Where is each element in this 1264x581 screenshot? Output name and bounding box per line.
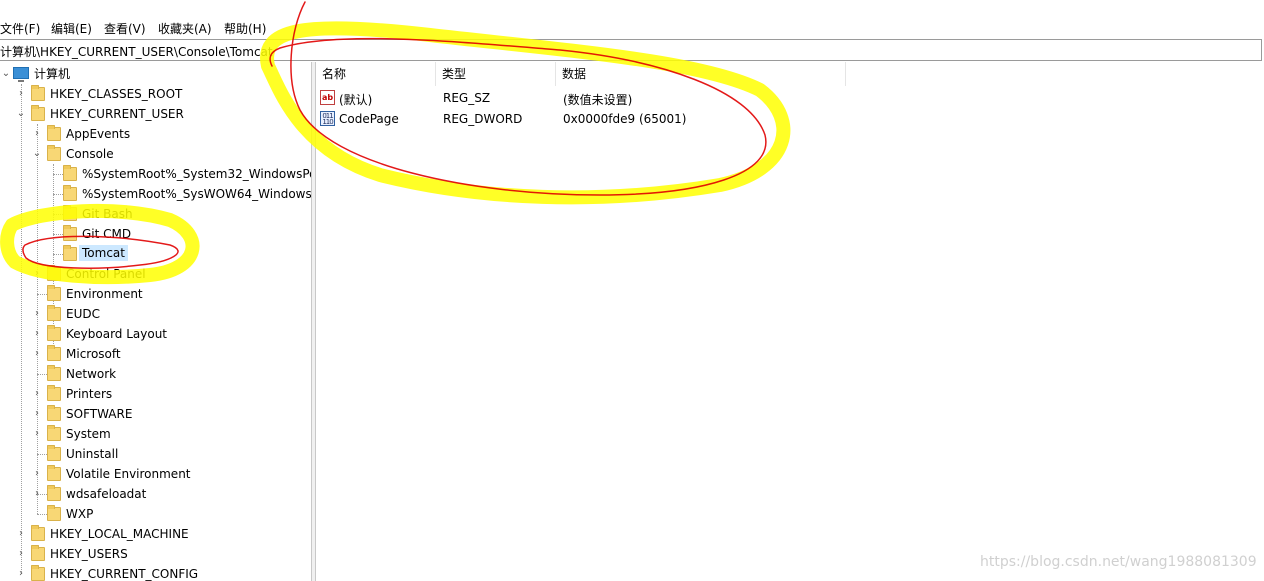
address-path[interactable]: 计算机\HKEY_CURRENT_USER\Console\Tomcat [0,43,273,60]
folder-icon [63,205,77,221]
tree-label: SOFTWARE [66,407,133,421]
tree-label: wdsafeloadat [66,487,147,501]
tree-label: HKEY_CURRENT_USER [50,107,184,121]
tree-label: Keyboard Layout [66,327,168,341]
computer-icon [13,67,29,82]
tree-label: WXP [66,507,94,521]
chevron-down-icon[interactable]: ⌄ [15,104,27,124]
value-type: REG_DWORD [443,112,523,126]
value-data: 0x0000fde9 (65001) [563,112,687,126]
chevron-right-icon[interactable]: › [31,484,43,504]
column-header-name[interactable]: 名称 [316,62,436,86]
chevron-right-icon[interactable]: › [31,124,43,144]
chevron-right-icon[interactable]: › [31,304,43,324]
tree-label: Uninstall [66,447,119,461]
folder-icon [47,405,61,421]
menu-bar: 文件(F) 编辑(E) 查看(V) 收藏夹(A) 帮助(H) [0,18,1264,38]
folder-icon [47,285,61,301]
chevron-down-icon[interactable]: ⌄ [31,144,43,164]
tree-label: Git CMD [82,227,132,241]
folder-icon [47,125,61,141]
folder-icon [47,385,61,401]
folder-icon [63,165,77,181]
value-data: (数值未设置) [563,93,633,107]
folder-icon [47,425,61,441]
tree-label: 计算机 [34,67,71,81]
chevron-right-icon[interactable]: › [31,344,43,364]
tree-label: HKEY_CLASSES_ROOT [50,87,183,101]
column-header-type[interactable]: 类型 [436,62,556,86]
folder-icon [31,565,45,581]
registry-tree[interactable]: ⌄ 计算机 › HKEY_CLASSES_ROOT ⌄ HKEY_CURRENT… [0,62,312,581]
tree-label-selected: Tomcat [79,245,128,261]
chevron-right-icon[interactable]: › [15,564,27,581]
menu-view[interactable]: 查看(V) [104,20,146,37]
folder-icon [47,505,61,521]
chevron-right-icon[interactable]: › [15,524,27,544]
watermark: https://blog.csdn.net/wang1988081309 [980,554,1257,570]
tree-label: Environment [66,287,143,301]
menu-favorites[interactable]: 收藏夹(A) [158,20,212,37]
tree-label: Control Panel [66,267,146,281]
tree-label: HKEY_USERS [50,547,128,561]
tree-label: %SystemRoot%_System32_WindowsPov [82,167,312,181]
folder-icon [47,345,61,361]
menu-edit[interactable]: 编辑(E) [51,20,92,37]
binary-value-icon: 011 110 [320,111,335,126]
folder-icon [31,105,45,121]
tree-label: Printers [66,387,113,401]
value-row-default[interactable]: ab (默认) REG_SZ (数值未设置) [316,88,916,109]
chevron-right-icon[interactable]: › [31,324,43,344]
chevron-right-icon[interactable]: › [31,384,43,404]
tree-label: Volatile Environment [66,467,191,481]
value-row-codepage[interactable]: 011 110 CodePage REG_DWORD 0x0000fde9 (65… [316,109,916,130]
chevron-right-icon[interactable]: › [31,404,43,424]
folder-icon [31,525,45,541]
tree-label: Console [66,147,114,161]
folder-icon [63,245,77,261]
tree-label: System [66,427,111,441]
tree-label: Git Bash [82,207,133,221]
value-name: (默认) [339,93,373,107]
folder-icon [31,545,45,561]
chevron-right-icon[interactable]: › [15,84,27,104]
tree-label: HKEY_LOCAL_MACHINE [50,527,189,541]
folder-icon [47,465,61,481]
folder-icon [47,145,61,161]
tree-label: AppEvents [66,127,131,141]
tree-label: %SystemRoot%_SysWOW64_WindowsP [82,187,312,201]
menu-help[interactable]: 帮助(H) [224,20,266,37]
column-header-data[interactable]: 数据 [556,62,846,86]
tree-label: HKEY_CURRENT_CONFIG [50,567,199,581]
string-value-icon: ab [320,90,335,105]
tree-label: Microsoft [66,347,121,361]
folder-icon [47,485,61,501]
chevron-right-icon[interactable]: › [31,264,43,284]
folder-icon [63,225,77,241]
chevron-right-icon[interactable]: › [15,544,27,564]
folder-icon [47,325,61,341]
menu-file[interactable]: 文件(F) [0,20,40,37]
folder-icon [47,265,61,281]
tree-label: EUDC [66,307,100,321]
value-list[interactable]: 名称 类型 数据 ab (默认) REG_SZ (数值未设置) 011 110 C… [316,62,1264,581]
folder-icon [31,85,45,101]
folder-icon [63,185,77,201]
folder-icon [47,305,61,321]
value-name: CodePage [339,112,399,126]
tree-label: Network [66,367,117,381]
value-type: REG_SZ [443,91,491,105]
folder-icon [47,445,61,461]
chevron-down-icon[interactable]: ⌄ [0,64,12,84]
folder-icon [47,365,61,381]
address-bar[interactable]: 计算机\HKEY_CURRENT_USER\Console\Tomcat [0,39,1262,61]
chevron-right-icon[interactable]: › [31,424,43,444]
chevron-right-icon[interactable]: › [31,464,43,484]
